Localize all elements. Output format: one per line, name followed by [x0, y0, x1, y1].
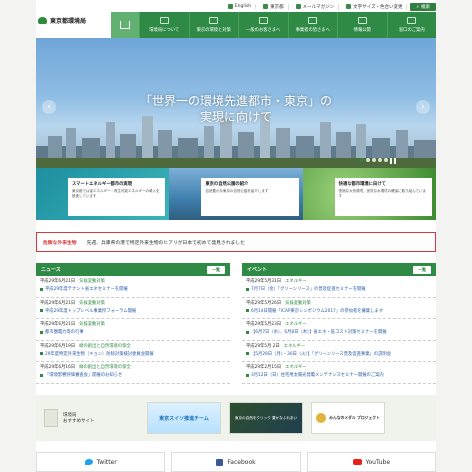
twitter-button[interactable]: Twitter: [36, 452, 166, 472]
accessibility-icon: [346, 4, 352, 9]
recommended-sites: 環境局 おすすめサイト 東京スイソ推進チーム 東京の自然をクリック 豊かなふれあ…: [36, 395, 436, 441]
globe-icon: [227, 4, 233, 9]
notice-label: 危険な外来生物: [43, 240, 77, 246]
carousel-dot[interactable]: [360, 158, 364, 162]
carousel-dot[interactable]: [366, 158, 370, 162]
medal-project-banner[interactable]: みんなのメダル プロジェクト: [311, 402, 385, 434]
twitter-icon: [84, 459, 93, 465]
event-link[interactable]: 【5月29日（月）・30日（火）】「グリーンリース普及促進事業」の説明会: [246, 351, 432, 357]
news-link[interactable]: 「環境影響評価審査会」開催のお知らせ: [40, 372, 226, 378]
nav-disclosure[interactable]: 情報公開: [337, 12, 387, 38]
site-logo[interactable]: 東京都環境局: [38, 16, 86, 25]
nav-business[interactable]: 事業者の皆さまへ: [287, 12, 337, 38]
home-icon: [120, 21, 130, 29]
notice-text: 先週、兵庫県の港で特定外来生物のヒアリが日本で初めて発見されました: [86, 240, 245, 246]
chevron-right-icon: ›: [421, 102, 425, 112]
news-item: 平成29年6月21日 気候変動対策 平成29年度トップレベル事業所フォーラム開催: [36, 298, 230, 319]
social-links: Twitter Facebook YouTube: [36, 452, 436, 472]
card-nature-park[interactable]: 東京の自然公園の紹介 自然豊かな東京の自然公園を紹介します: [169, 168, 303, 220]
card-text: 東京の自然公園の紹介 自然豊かな東京の自然公園を紹介します: [201, 178, 299, 216]
youtube-icon: [352, 459, 362, 465]
tokyo-link[interactable]: 東京都: [259, 3, 289, 10]
magazine-link[interactable]: メールマガジン: [292, 3, 340, 10]
hero-caption: 「世界一の環境先進都市・東京」の 実現に向けて: [139, 94, 332, 124]
nav-about[interactable]: 環境局について: [139, 12, 189, 38]
event-link[interactable]: 7月7日（金）「グリーンリース」の普及促進セミナーを開催: [246, 286, 432, 292]
english-link[interactable]: English: [224, 4, 257, 9]
carousel-dot[interactable]: [378, 158, 382, 162]
event-item: 平成29年5月31日 エネルギー 7月7日（金）「グリーンリース」の普及促進セミナ…: [242, 276, 436, 298]
event-item: 平成29年5月26日 気候変動対策 6月14日開催「ICAP東京シンポジウム201…: [242, 298, 436, 319]
card-text: スマートエネルギー都市の実現 東京都では省エネルギー・再生可能エネルギーの導入を…: [68, 178, 166, 216]
event-header: イベント 一覧: [242, 263, 436, 276]
event-link[interactable]: 3月12日（日）住宅用太陽光発電メンテナンスセミナー開催のご案内: [246, 372, 432, 378]
news-section: ニュース 一覧 平成29年6月21日 気候変動対策 平成29年度テナント省エネセミ…: [36, 263, 230, 385]
nav-home[interactable]: [111, 12, 139, 38]
page: English 東京都 メールマガジン 文字サイズ・色合い変更 ⌕ 検索 東京都環…: [36, 0, 436, 472]
tree-icon: [209, 17, 219, 24]
mail-icon: [295, 4, 301, 9]
counter-icon: [407, 17, 417, 24]
hero-carousel[interactable]: 「世界一の環境先進都市・東京」の 実現に向けて ‹ ›: [36, 38, 436, 168]
card-smart-energy[interactable]: スマートエネルギー都市の実現 東京都では省エネルギー・再生可能エネルギーの導入を…: [36, 168, 170, 220]
people-icon: [258, 17, 268, 24]
event-item: 平成29年5月 2日 エネルギー 【5月29日（月）・30日（火）】「グリーンリー…: [242, 341, 436, 362]
news-item: 平成29年6月19日 緑の創出と自然環境の保全 29年度特定外来生物（キョン）防除…: [36, 341, 230, 362]
news-header: ニュース 一覧: [36, 263, 230, 276]
news-link[interactable]: 平成29年度テナント省エネセミナーを開催: [40, 286, 226, 292]
carousel-dot[interactable]: [384, 158, 388, 162]
header: 東京都環境局 環境局について 東京の環境と対策 一般のお客さまへ 事業者の皆さま…: [36, 12, 436, 38]
briefcase-icon: [308, 17, 318, 24]
nav-contact[interactable]: 窓口のご案内: [386, 12, 436, 38]
card-text: 快適な都市環境に向けて 快適な大気環境、良質な水環境の確保に取り組んでいます: [334, 178, 432, 216]
book-icon: [44, 409, 58, 427]
search-icon: ⌕: [416, 4, 419, 10]
building-icon: [159, 17, 169, 24]
news-item: 平成29年6月21日 気候変動対策 都市圏電力等の行事: [36, 319, 230, 341]
news-link[interactable]: 都市圏電力等の行事: [40, 329, 226, 335]
carousel-next-button[interactable]: ›: [416, 100, 430, 114]
news-item: 平成29年6月16日 緑の創出と自然環境の保全 「環境影響評価審査会」開催のお知ら…: [36, 362, 230, 384]
event-item: 平成29年5月23日 エネルギー 【6月7日（水）、6月8日（木）】省エネ・低コス…: [242, 319, 436, 341]
carousel-pause-button[interactable]: [390, 158, 396, 164]
nature-click-banner[interactable]: 東京の自然をクリック 豊かなふれあい: [229, 402, 303, 434]
font-size-link[interactable]: 文字サイズ・色合い変更: [342, 3, 408, 10]
ginkgo-logo-icon: [38, 17, 47, 24]
hydrogen-team-banner[interactable]: 東京スイソ推進チーム: [147, 402, 221, 434]
news-link[interactable]: 29年度特定外来生物（キョン）防除対策検討委員会開催: [40, 351, 226, 357]
event-item: 平成29年2月15日 エネルギー 3月12日（日）住宅用太陽光発電メンテナンスセミ…: [242, 362, 436, 384]
facebook-button[interactable]: Facebook: [171, 452, 301, 472]
medal-icon: [316, 413, 327, 423]
facebook-icon: [216, 458, 224, 466]
card-urban-environment[interactable]: 快適な都市環境に向けて 快適な大気環境、良質な水環境の確保に取り組んでいます: [302, 168, 436, 220]
event-section: イベント 一覧 平成29年5月31日 エネルギー 7月7日（金）「グリーンリース」…: [242, 263, 436, 385]
event-list-button[interactable]: 一覧: [413, 265, 431, 274]
feature-cards: スマートエネルギー都市の実現 東京都では省エネルギー・再生可能エネルギーの導入を…: [36, 168, 436, 220]
event-link[interactable]: 【6月7日（水）、6月8日（木）】省エネ・低コスト対策セミナーを開催: [246, 329, 432, 335]
news-list-button[interactable]: 一覧: [207, 265, 225, 274]
home-icon: [263, 4, 269, 9]
carousel-indicators: [360, 158, 388, 162]
chevron-left-icon: ‹: [47, 102, 51, 112]
event-link[interactable]: 6月14日開催「ICAP東京シンポジウム2017」の参加者を募集します: [246, 308, 432, 314]
news-item: 平成29年6月21日 気候変動対策 平成29年度テナント省エネセミナーを開催: [36, 276, 230, 298]
youtube-button[interactable]: YouTube: [306, 452, 436, 472]
search-button[interactable]: ⌕ 検索: [410, 2, 436, 11]
global-nav: 環境局について 東京の環境と対策 一般のお客さまへ 事業者の皆さまへ 情報公開 …: [111, 12, 436, 38]
nav-policy[interactable]: 東京の環境と対策: [188, 12, 238, 38]
carousel-dot[interactable]: [372, 158, 376, 162]
recommended-label: 環境局 おすすめサイト: [44, 409, 139, 427]
carousel-prev-button[interactable]: ‹: [42, 100, 56, 114]
news-link[interactable]: 平成29年度トップレベル事業所フォーラム開催: [40, 308, 226, 314]
alert-notice[interactable]: 危険な外来生物 先週、兵庫県の港で特定外来生物のヒアリが日本で初めて発見されまし…: [36, 232, 436, 252]
nav-public[interactable]: 一般のお客さまへ: [238, 12, 288, 38]
utility-bar: English 東京都 メールマガジン 文字サイズ・色合い変更 ⌕ 検索: [224, 2, 436, 11]
document-icon: [357, 17, 367, 24]
